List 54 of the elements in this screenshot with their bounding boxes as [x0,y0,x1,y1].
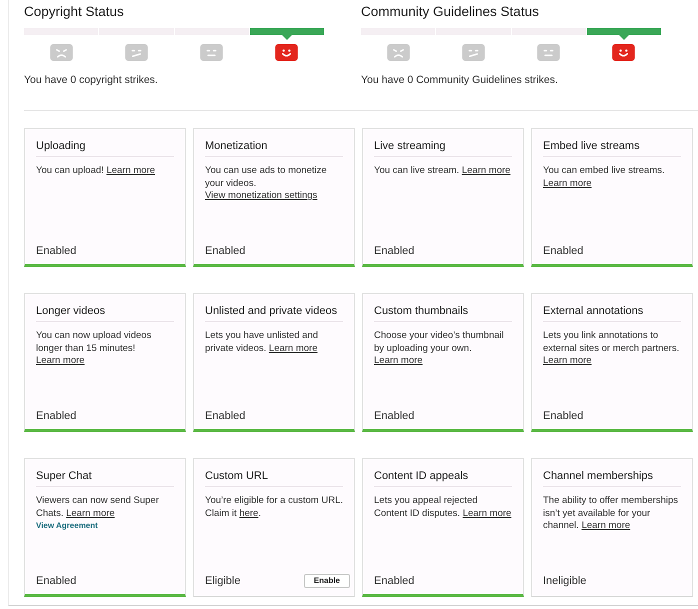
feature-description: You can live stream. Learn more [374,165,512,178]
feature-title: Longer videos [36,304,174,322]
feature-title: Unlisted and private videos [205,304,343,322]
feature-title: Content ID appeals [374,469,512,487]
feature-description: You can now upload videos longer than 15 minutes! Learn more [36,330,152,368]
inline-link[interactable]: Learn more [268,342,318,354]
feature-description: Choose your video’s thumbnail by uploading your own. Learn more [374,330,505,368]
feature-status: Enabled [374,409,414,423]
inline-link[interactable]: View monetization settings [205,190,318,201]
agreement-link[interactable]: View Agreement [36,520,98,532]
feature-status: Ineligible [543,574,586,588]
inline-link[interactable]: Learn more [106,165,156,176]
feature-description: You can embed live streams. Learn more [543,165,666,190]
feature-status: Enabled [543,244,584,258]
feature-status: Enabled [36,409,76,423]
feature-title: External annotations [543,304,681,322]
section-title: Community Guidelines Status [361,3,540,20]
inline-link[interactable]: Learn more [462,165,510,176]
feature-status: Enabled [374,574,414,588]
feature-status: Enabled [36,574,76,588]
inline-link[interactable]: Learn more [36,355,85,366]
feature-status: Enabled [543,409,584,423]
inline-link[interactable]: Learn more [374,355,423,366]
feature-title: Embed live streams [543,139,681,157]
inline-link[interactable]: here [239,508,258,518]
feature-title: Live streaming [374,139,512,157]
feature-status: Enabled [374,244,414,258]
feature-description: Lets you appeal rejected Content ID disputes. Learn more [374,495,512,520]
inline-link[interactable]: Learn more [543,355,592,366]
inline-link[interactable]: Learn more [66,508,115,518]
enable-button[interactable]: Enable [304,574,350,588]
feature-status: Enabled [205,244,246,258]
feature-description: You can upload! Learn more [36,165,156,178]
feature-status: Eligible [205,574,240,588]
inline-link[interactable]: Learn more [543,178,592,188]
feature-description: Viewers can now send Super Chats. Learn more [36,495,160,520]
feature-description: The ability to offer memberships isn’t yet available for your channel. Learn more [543,495,679,532]
feature-title: Custom URL [205,469,343,487]
feature-title: Uploading [36,139,174,157]
feature-title: Monetization [205,139,343,157]
feature-status: Enabled [36,244,76,258]
feature-description: Lets you have unlisted and private videos. Learn more [205,330,320,355]
section-title: Copyright Status [24,3,125,20]
strike-count-text: You have 0 copyright strikes. [24,73,159,87]
feature-title: Channel memberships [543,469,681,487]
strike-count-text: You have 0 Community Guidelines strikes. [361,73,559,87]
feature-title: Custom thumbnails [374,304,512,322]
inline-link[interactable]: Learn more [582,520,630,531]
inline-link[interactable]: Learn more [462,508,512,518]
feature-description: You can use ads to monetize your videos. View monetization settings [205,165,328,202]
feature-status: Enabled [205,409,246,423]
feature-title: Super Chat [36,469,174,487]
feature-description: Lets you link annotations to external sites or merch partners. Learn more [543,330,680,368]
feature-description: You’re eligible for a custom URL. Claim it here. [205,495,343,520]
